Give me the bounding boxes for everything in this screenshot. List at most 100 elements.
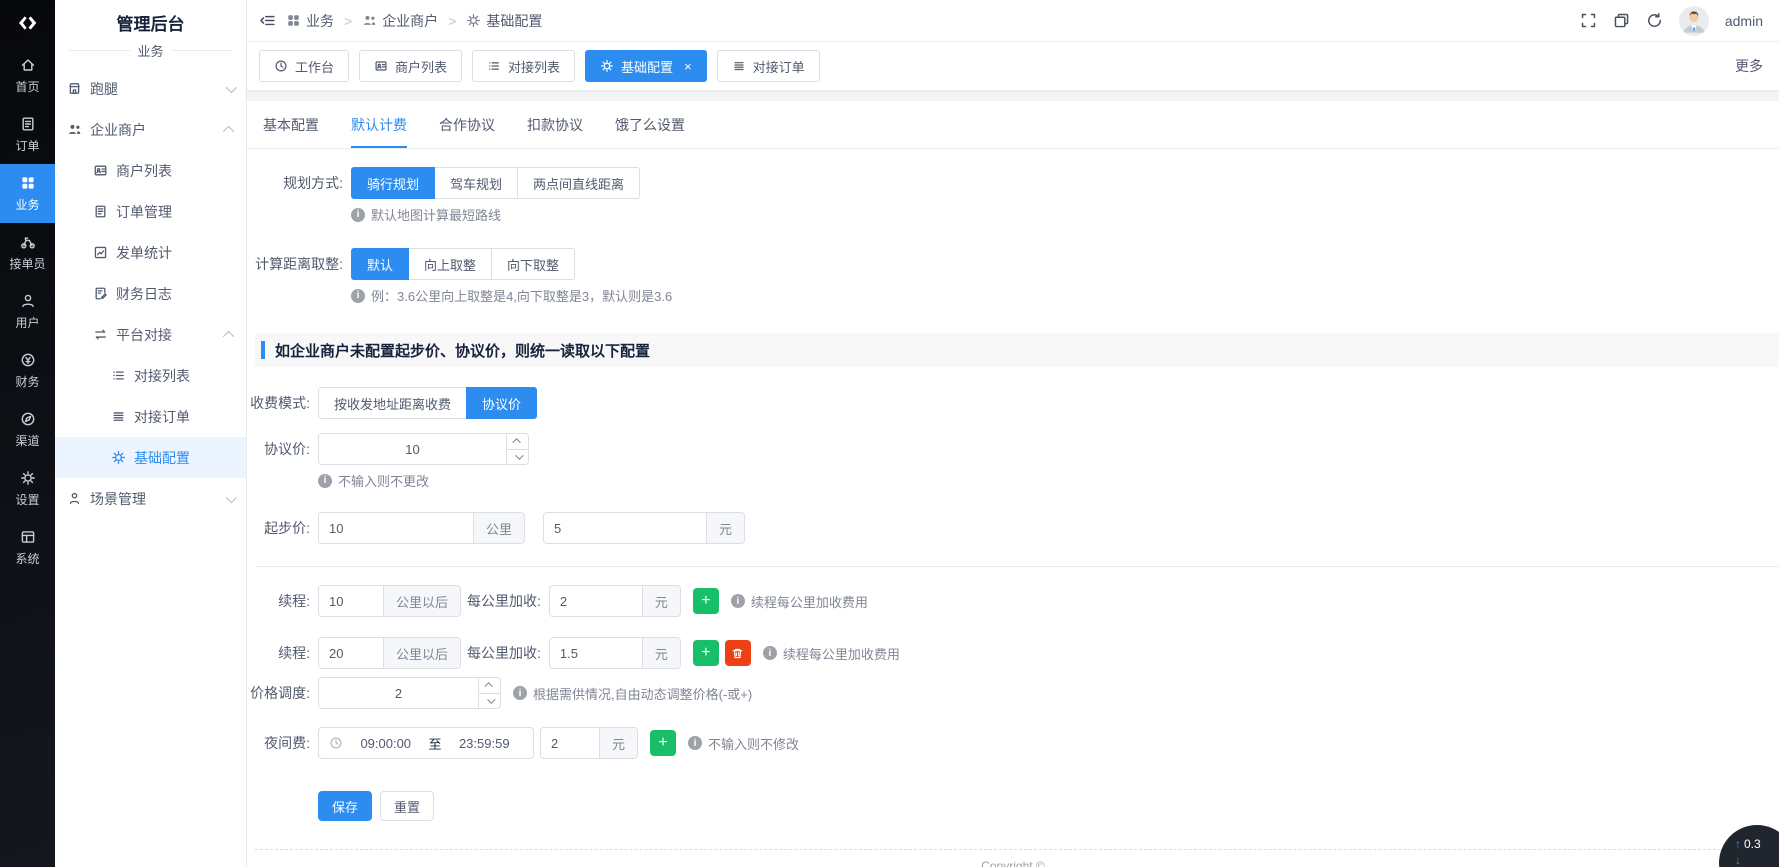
rail-item-orders[interactable]: 订单 xyxy=(0,105,55,164)
lines-icon xyxy=(732,59,746,73)
delete-renewal-button[interactable] xyxy=(725,640,751,666)
ctab-deduction-agreement[interactable]: 扣款协议 xyxy=(527,115,583,148)
avatar-image xyxy=(1679,6,1709,36)
app-logo[interactable] xyxy=(0,0,55,46)
add-night-fee-button[interactable] xyxy=(650,730,676,756)
night-fee-time-range[interactable]: 09:00:00 至 23:59:59 xyxy=(318,727,534,759)
option-round-up[interactable]: 向上取整 xyxy=(408,248,492,280)
rail-item-channels[interactable]: 渠道 xyxy=(0,400,55,459)
stepper-up-button[interactable] xyxy=(479,678,500,694)
option-charge-by-distance[interactable]: 按收发地址距离收费 xyxy=(318,387,467,419)
breadcrumb-item-basic-config[interactable]: 基础配置 xyxy=(466,11,542,31)
list-icon xyxy=(487,59,501,73)
sidebar-item-errand[interactable]: 跑腿 xyxy=(55,68,246,109)
stepper-down-button[interactable] xyxy=(507,450,528,465)
unit-yuan: 元 xyxy=(706,513,744,543)
breadcrumb-separator: > xyxy=(344,13,352,29)
renewal-label: 续程: xyxy=(247,643,310,663)
ctab-default-billing[interactable]: 默认计费 xyxy=(351,115,407,148)
section-header-bar xyxy=(261,341,265,359)
gear-icon xyxy=(20,470,36,486)
unit-km: 公里 xyxy=(473,513,524,543)
stepper-down-button[interactable] xyxy=(479,694,500,709)
charge-mode-label: 收费模式: xyxy=(247,393,310,413)
price-adjust-hint: 根据需供情况,自由动态调整价格(-或+) xyxy=(513,684,752,703)
option-cycling-planning[interactable]: 骑行规划 xyxy=(351,167,435,199)
tab-workbench[interactable]: 工作台 xyxy=(259,50,349,82)
breadcrumb-item-business[interactable]: 业务 xyxy=(286,11,334,31)
trash-icon xyxy=(731,647,744,660)
home-icon xyxy=(20,57,36,73)
time-range-separator: 至 xyxy=(429,734,442,753)
tab-basic-config[interactable]: 基础配置× xyxy=(585,50,707,82)
planning-mode-hint: 默认地图计算最短路线 xyxy=(351,205,1779,224)
sidebar-item-connect-list[interactable]: 对接列表 xyxy=(55,355,246,396)
option-agreement-price[interactable]: 协议价 xyxy=(466,387,537,419)
sidebar-item-scene-management[interactable]: 场景管理 xyxy=(55,478,246,519)
people-icon xyxy=(362,13,377,28)
night-end-time[interactable]: 23:59:59 xyxy=(446,736,524,751)
add-renewal-button[interactable] xyxy=(693,640,719,666)
breadcrumb-item-enterprise-merchants[interactable]: 企业商户 xyxy=(362,11,438,31)
agreement-price-input[interactable] xyxy=(319,434,506,464)
night-start-time[interactable]: 09:00:00 xyxy=(347,736,425,751)
unit-yuan: 元 xyxy=(642,586,680,616)
ctab-basic-config[interactable]: 基本配置 xyxy=(263,115,319,148)
sidebar-item-label: 订单管理 xyxy=(116,202,172,222)
renewal-distance-input[interactable] xyxy=(319,586,383,616)
ctab-eleme-settings[interactable]: 饿了么设置 xyxy=(615,115,685,148)
rail-item-couriers[interactable]: 接单员 xyxy=(0,223,55,282)
clock-icon xyxy=(274,59,288,73)
rail-item-finance[interactable]: 财务 xyxy=(0,341,55,400)
sidebar-item-basic-config[interactable]: 基础配置 xyxy=(55,437,246,478)
gear-icon xyxy=(466,13,481,28)
tab-connect-list[interactable]: 对接列表 xyxy=(472,50,575,82)
ctab-cooperation-agreement[interactable]: 合作协议 xyxy=(439,115,495,148)
renewal-amount-input[interactable] xyxy=(550,586,642,616)
collapse-sidebar-icon[interactable] xyxy=(259,12,276,29)
gear-icon xyxy=(111,450,126,465)
system-icon xyxy=(20,529,36,545)
base-distance-input[interactable] xyxy=(319,513,473,543)
rail-item-system[interactable]: 系统 xyxy=(0,518,55,577)
rail-item-business[interactable]: 业务 xyxy=(0,164,55,223)
tab-connect-orders[interactable]: 对接订单 xyxy=(717,50,820,82)
price-adjust-input[interactable] xyxy=(319,678,478,708)
sidebar-item-dispatch-stats[interactable]: 发单统计 xyxy=(55,232,246,273)
sidebar-item-finance-log[interactable]: 财务日志 xyxy=(55,273,246,314)
option-default-rounding[interactable]: 默认 xyxy=(351,248,409,280)
username[interactable]: admin xyxy=(1725,13,1763,29)
sidebar-item-merchant-list[interactable]: 商户列表 xyxy=(55,150,246,191)
avatar[interactable] xyxy=(1679,6,1709,36)
close-tab-icon[interactable]: × xyxy=(684,59,692,74)
sidebar-item-connect-orders[interactable]: 对接订单 xyxy=(55,396,246,437)
refresh-icon[interactable] xyxy=(1646,12,1663,29)
tab-merchant-list[interactable]: 商户列表 xyxy=(359,50,462,82)
renewal-amount-input[interactable] xyxy=(550,638,642,668)
reset-button[interactable]: 重置 xyxy=(380,791,434,821)
sidebar-item-enterprise-merchants[interactable]: 企业商户 xyxy=(55,109,246,150)
renewal-distance-input[interactable] xyxy=(319,638,383,668)
rail-item-settings[interactable]: 设置 xyxy=(0,459,55,518)
renewal-hint: 续程每公里加收费用 xyxy=(763,644,900,663)
rail-item-label: 设置 xyxy=(15,491,39,508)
add-renewal-button[interactable] xyxy=(693,588,719,614)
night-amount-input[interactable] xyxy=(541,728,599,758)
chart-icon xyxy=(93,245,108,260)
option-straight-line-distance[interactable]: 两点间直线距离 xyxy=(517,167,640,199)
hint-text: 例：3.6公里向上取整是4,向下取整是3，默认则是3.6 xyxy=(371,286,672,305)
compass-icon xyxy=(20,411,36,427)
shop-icon xyxy=(67,81,82,96)
fullscreen-icon[interactable] xyxy=(1580,12,1597,29)
option-driving-planning[interactable]: 驾车规划 xyxy=(434,167,518,199)
stepper-up-button[interactable] xyxy=(507,434,528,450)
save-button[interactable]: 保存 xyxy=(318,791,372,821)
tags-icon[interactable] xyxy=(1613,12,1630,29)
rail-item-users[interactable]: 用户 xyxy=(0,282,55,341)
rail-item-home[interactable]: 首页 xyxy=(0,46,55,105)
sidebar-item-order-management[interactable]: 订单管理 xyxy=(55,191,246,232)
base-amount-input[interactable] xyxy=(544,513,706,543)
more-tabs-button[interactable]: 更多 xyxy=(1735,56,1763,76)
option-round-down[interactable]: 向下取整 xyxy=(491,248,575,280)
sidebar-item-platform-connect[interactable]: 平台对接 xyxy=(55,314,246,355)
